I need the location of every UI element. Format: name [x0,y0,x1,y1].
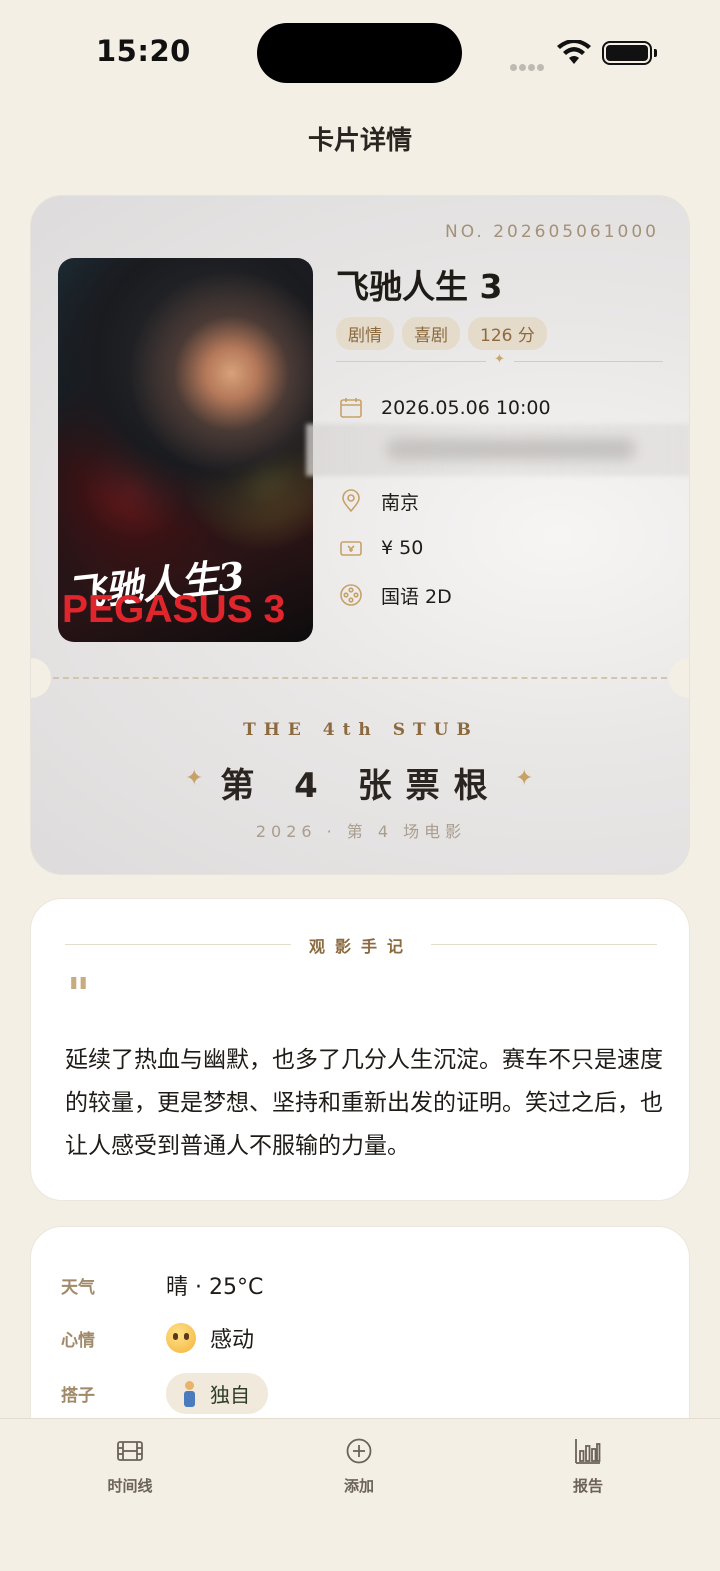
sparkle-icon: ✦ [515,766,534,791]
tab-report-label: 报告 [572,1477,603,1495]
partner-chip[interactable]: 独自 [166,1373,268,1414]
mood-row: 心情 感动 [61,1322,254,1354]
price-text: ¥ 50 [381,537,424,559]
ticket-notch-right [669,658,689,698]
movie-poster[interactable]: 飞驰人生3 PEGASUS 3 [58,258,313,642]
note-header: 观影手记 [65,933,657,956]
partner-value: 独自 [210,1383,250,1407]
mood-value: 感动 [210,1328,255,1353]
partner-label: 搭子 [61,1386,95,1406]
weather-value: 晴 · 25°C [166,1275,264,1300]
tag-duration: 126 分 [468,317,547,350]
perforation-line [53,677,667,679]
info-city: 南京 [339,486,419,516]
mood-label: 心情 [61,1330,95,1351]
info-datetime: 2026.05.06 10:00 [339,393,551,423]
info-version: 国语 2D [339,580,452,610]
status-time: 15:20 [96,34,191,68]
bar-chart-icon [575,1439,601,1464]
note-text: 延续了热血与幽默，也多了几分人生沉淀。赛车不只是速度的较量，更是梦想、坚持和重新… [65,1047,663,1159]
city-text: 南京 [381,491,420,514]
movie-title: 飞驰人生 3 [336,267,503,306]
plus-circle-icon [346,1438,372,1464]
note-card: 观影手记 " 延续了热血与幽默，也多了几分人生沉淀。赛车不只是速度的较量，更是梦… [30,898,690,1201]
location-pin-icon [342,489,360,513]
tab-report[interactable]: 报告 [528,1437,648,1496]
signal-icon [510,56,546,75]
person-icon [182,1380,196,1407]
calendar-icon [340,398,362,418]
movie-tags: 剧情 喜剧 126 分 [336,317,547,350]
ticket-card: NO. 202605061000 飞驰人生3 PEGASUS 3 飞驰人生 3 … [30,195,690,875]
info-price: ¥ 50 [339,533,423,563]
ticket-number: NO. 202605061000 [444,222,659,242]
tab-timeline[interactable]: 时间线 [70,1437,190,1496]
datetime-text: 2026.05.06 10:00 [381,397,551,419]
divider: ✦ [336,352,663,367]
partner-row: 搭子 独自 [61,1373,268,1414]
weather-label: 天气 [61,1277,95,1298]
ticket-notch-left [31,658,51,698]
poster-title-en: PEGASUS 3 [62,588,286,631]
ticket-icon [340,541,362,556]
page-title: 卡片详情 [307,126,412,156]
tab-add-label: 添加 [343,1477,374,1495]
blurred-cinema-row [306,424,689,476]
stub-english: THE 4th STUB [243,720,479,740]
tag-genre-comedy: 喜剧 [402,317,460,350]
tab-bar: 时间线 添加 报告 [0,1418,720,1571]
dynamic-island [257,23,462,83]
status-bar: 15:20 [0,0,720,100]
film-icon [117,1441,143,1461]
battery-icon [602,41,657,65]
tab-timeline-label: 时间线 [107,1477,153,1495]
stub-title: 第 4 张票根 [220,766,502,806]
version-text: 国语 2D [381,585,452,608]
stub-subtitle: 2026 · 第 4 场电影 [255,822,467,841]
weather-row: 天气 晴 · 25°C [61,1269,263,1301]
moved-face-icon [166,1323,196,1353]
note-header-label: 观影手记 [308,937,413,956]
tag-genre-drama: 剧情 [336,317,394,350]
tab-add[interactable]: 添加 [299,1437,419,1496]
quote-icon: " [67,969,90,1020]
wifi-icon [557,40,591,64]
film-reel-icon [340,584,362,606]
sparkle-icon: ✦ [494,352,505,367]
